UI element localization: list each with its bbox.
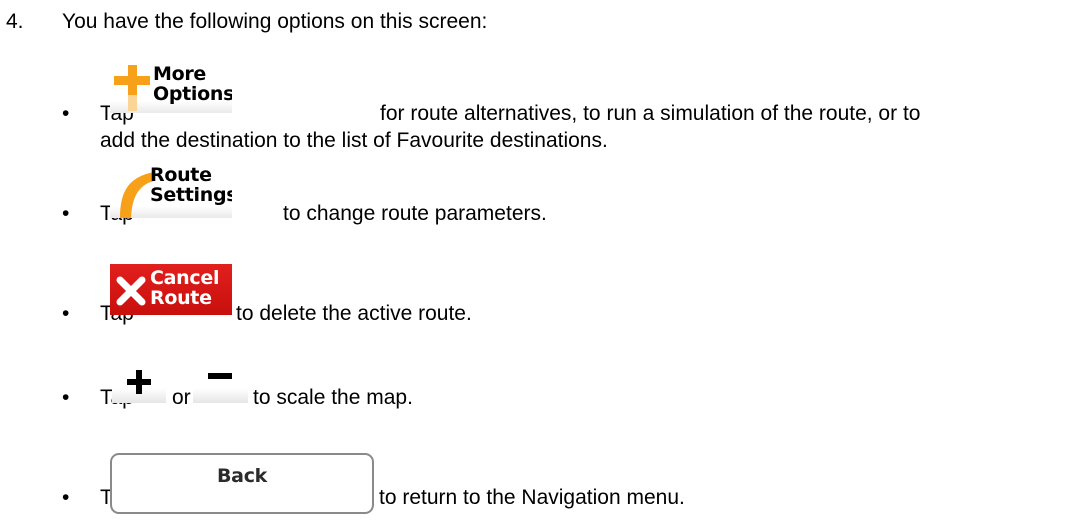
cancel-route-line2: Route [150, 287, 212, 309]
bullet: • [62, 102, 70, 125]
bullet: • [62, 202, 70, 225]
cancel-route-button[interactable]: Cancel Route [110, 264, 232, 315]
item-description: to return to the Navigation menu. [379, 486, 685, 509]
plus-icon [114, 65, 150, 111]
back-button[interactable]: Back [110, 453, 374, 514]
bullet: • [62, 302, 70, 325]
more-options-line2: Options [153, 83, 232, 105]
plus-icon [127, 370, 151, 394]
back-button-label: Back [216, 465, 267, 487]
bullet: • [62, 386, 70, 409]
more-options-button[interactable]: More Options [110, 62, 232, 113]
bullet: • [62, 486, 70, 509]
item-description-cont: add the destination to the list of Favou… [100, 129, 608, 152]
item-description: to change route parameters. [283, 202, 547, 225]
step-number: 4. [6, 10, 24, 33]
item-description: to delete the active route. [236, 302, 472, 325]
more-options-line1: More [153, 63, 207, 85]
zoom-in-button[interactable] [112, 370, 166, 403]
connector-text: or [172, 386, 191, 409]
close-icon [116, 276, 146, 306]
minus-icon [208, 373, 232, 379]
route-settings-button[interactable]: Route Settings [110, 162, 232, 218]
step-intro: You have the following options on this s… [62, 10, 488, 33]
item-description: to scale the map. [253, 386, 413, 409]
zoom-out-button[interactable] [193, 370, 248, 403]
route-settings-line1: Route [150, 164, 212, 186]
item-description: for route alternatives, to run a simulat… [380, 102, 921, 125]
route-settings-line2: Settings [150, 184, 232, 206]
cancel-route-line1: Cancel [150, 267, 220, 289]
